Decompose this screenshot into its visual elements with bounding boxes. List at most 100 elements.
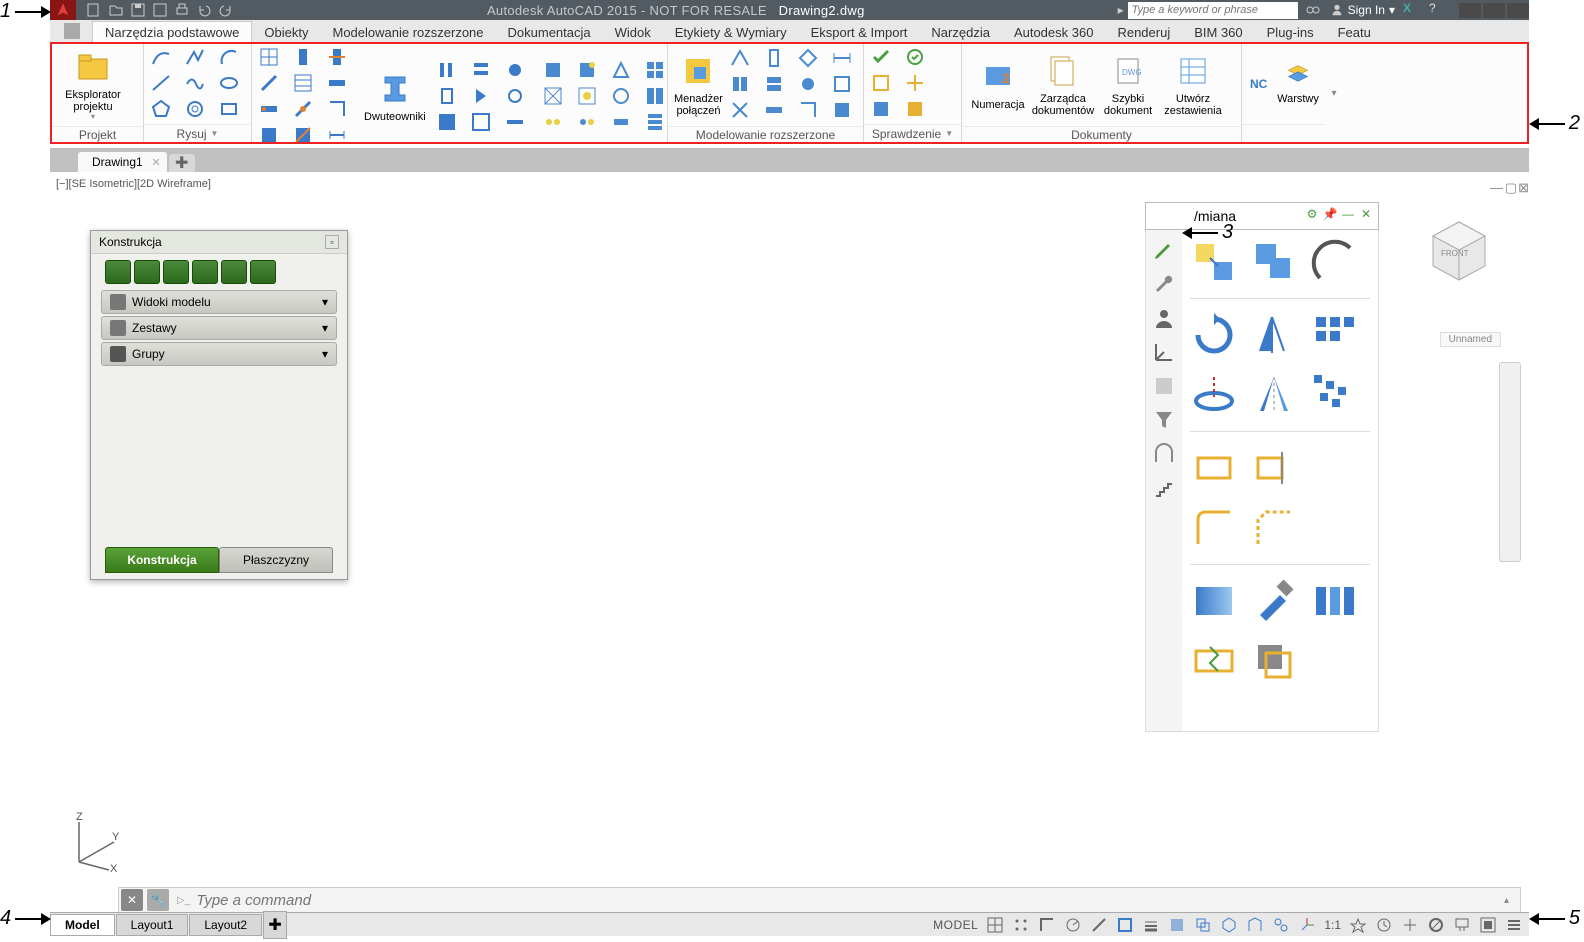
arch-icon[interactable] xyxy=(1152,442,1176,466)
obj-grid-icon[interactable] xyxy=(258,46,280,68)
palette-close-icon[interactable]: ✕ xyxy=(1359,207,1373,221)
palette-tool-4[interactable] xyxy=(192,260,218,284)
tool-chamfer-icon[interactable] xyxy=(1250,504,1298,552)
ribbon-tab-featu[interactable]: Featu xyxy=(1326,22,1383,42)
mod-1-icon[interactable] xyxy=(729,47,751,69)
ribbon-tab-renderuj[interactable]: Renderuj xyxy=(1105,22,1182,42)
drawing-canvas[interactable]: [−][SE Isometric][2D Wireframe] — ▢ ⊠ Ko… xyxy=(50,172,1529,902)
palette-tab-plaszczyzny[interactable]: Płaszczyzny xyxy=(219,547,333,573)
mod-2-icon[interactable] xyxy=(763,47,785,69)
mod-7-icon[interactable] xyxy=(797,73,819,95)
obj-t6-icon[interactable] xyxy=(504,85,526,107)
panel-label-rysuj[interactable]: Rysuj▼ xyxy=(144,124,251,142)
palette-tool-3[interactable] xyxy=(163,260,189,284)
obj-t1-icon[interactable] xyxy=(436,59,458,81)
palette-minimize-icon[interactable]: — xyxy=(1341,207,1355,221)
open-icon[interactable] xyxy=(108,2,124,18)
customize-icon[interactable] xyxy=(1505,916,1523,934)
tool-break-icon[interactable] xyxy=(1190,637,1238,685)
obj-b9-icon[interactable] xyxy=(542,111,564,133)
nc-icon[interactable]: NC xyxy=(1248,72,1270,94)
mod-9-icon[interactable] xyxy=(729,99,751,121)
help-icon[interactable]: ? xyxy=(1429,1,1447,19)
mod-10-icon[interactable] xyxy=(763,99,785,121)
pencil-icon[interactable] xyxy=(1152,238,1176,262)
obj-b1-icon[interactable] xyxy=(542,59,564,81)
ribbon-expand-icon[interactable]: ▾ xyxy=(1326,44,1342,142)
palette-tool-2[interactable] xyxy=(134,260,160,284)
spr-3-icon[interactable] xyxy=(870,72,892,94)
tool-bars-icon[interactable] xyxy=(1310,577,1358,625)
tool-hammer-icon[interactable] xyxy=(1250,577,1298,625)
obj-dim-icon[interactable] xyxy=(326,124,348,146)
obj-b8-icon[interactable] xyxy=(644,85,666,107)
stairs-icon[interactable] xyxy=(1152,476,1176,500)
ribbon-tab-modelowanie-rozszerzone[interactable]: Modelowanie rozszerzone xyxy=(320,22,495,42)
ribbon-tab-etykiety-wymiary[interactable]: Etykiety & Wymiary xyxy=(663,22,799,42)
ucs-name-label[interactable]: Unnamed xyxy=(1440,332,1501,347)
obj-t7-icon[interactable] xyxy=(436,111,458,133)
spr-1-icon[interactable] xyxy=(870,46,892,68)
obj-col2-icon[interactable] xyxy=(326,46,348,68)
person-icon[interactable] xyxy=(1152,306,1176,330)
viewport-close-icon[interactable]: ⊠ xyxy=(1518,180,1529,196)
line-icon[interactable] xyxy=(150,46,172,68)
funnel-icon[interactable] xyxy=(1152,408,1176,432)
viewport-minimize-icon[interactable]: — xyxy=(1490,180,1503,195)
status-model-label[interactable]: MODEL xyxy=(933,918,978,932)
obj-b6-icon[interactable] xyxy=(576,85,598,107)
obj-grid2-icon[interactable] xyxy=(292,72,314,94)
tool-mirror-icon[interactable] xyxy=(1250,311,1298,359)
help-search-input[interactable] xyxy=(1128,2,1298,19)
obj-b5-icon[interactable] xyxy=(542,85,564,107)
obj-t9-icon[interactable] xyxy=(504,111,526,133)
file-tab-close-icon[interactable]: ✕ xyxy=(151,156,160,169)
workspace-switch-icon[interactable] xyxy=(64,23,80,39)
palette-tool-6[interactable] xyxy=(250,260,276,284)
spr-2-icon[interactable] xyxy=(904,46,926,68)
obj-b3-icon[interactable] xyxy=(610,59,632,81)
ribbon-tab-eksport-import[interactable]: Eksport & Import xyxy=(799,22,920,42)
obj-diag2-icon[interactable] xyxy=(292,98,314,120)
ribbon-tab-narzedzia[interactable]: Narzędzia xyxy=(919,22,1002,42)
file-tab-new-button[interactable]: ✚ xyxy=(169,154,195,172)
selection-filter-icon[interactable] xyxy=(1272,916,1290,934)
obj-beam2-icon[interactable] xyxy=(258,98,280,120)
cmdline-close-icon[interactable]: ✕ xyxy=(121,889,143,911)
polygon-icon[interactable] xyxy=(150,98,172,120)
axes-icon[interactable] xyxy=(1152,340,1176,364)
tool-stretch-icon[interactable] xyxy=(1190,444,1238,492)
arc-icon[interactable] xyxy=(218,46,240,68)
zarzadca-dok-button[interactable]: Zarządca dokumentów xyxy=(1030,46,1096,124)
undo-icon[interactable] xyxy=(196,2,212,18)
polar-toggle-icon[interactable] xyxy=(1064,916,1082,934)
osnap-toggle-icon[interactable] xyxy=(1116,916,1134,934)
rectangle-icon[interactable] xyxy=(218,98,240,120)
mod-12-icon[interactable] xyxy=(831,99,853,121)
redo-icon[interactable] xyxy=(218,2,234,18)
right-tool-palette[interactable]: /miana ⚙ 📌 — ✕ xyxy=(1145,202,1379,732)
tool-gradient-icon[interactable] xyxy=(1190,577,1238,625)
command-input[interactable] xyxy=(196,892,1504,909)
obj-grid3-icon[interactable] xyxy=(326,98,348,120)
tool-extend-icon[interactable] xyxy=(1250,444,1298,492)
ribbon-tab-bim360[interactable]: BIM 360 xyxy=(1182,22,1254,42)
numeracja-button[interactable]: 2 Numeracja xyxy=(968,46,1028,124)
viewport-maximize-icon[interactable]: ▢ xyxy=(1505,180,1517,196)
obj-b7-icon[interactable] xyxy=(610,85,632,107)
tool-array-icon[interactable] xyxy=(1310,311,1358,359)
snap-toggle-icon[interactable] xyxy=(1012,916,1030,934)
obj-beam-icon[interactable] xyxy=(326,72,348,94)
navigation-bar[interactable] xyxy=(1499,362,1521,562)
grid-toggle-icon[interactable] xyxy=(986,916,1004,934)
ribbon-tab-narzedzia-podstawowe[interactable]: Narzędzia podstawowe xyxy=(92,21,252,42)
tool-array3d-icon[interactable] xyxy=(1310,371,1358,419)
obj-t5-icon[interactable] xyxy=(470,85,492,107)
hardware-accel-icon[interactable] xyxy=(1453,916,1471,934)
obj-t3-icon[interactable] xyxy=(504,59,526,81)
mod-3-icon[interactable] xyxy=(797,47,819,69)
ellipse-icon[interactable] xyxy=(218,72,240,94)
clean-screen-icon[interactable] xyxy=(1479,916,1497,934)
signin-button[interactable]: Sign In ▾ xyxy=(1330,3,1395,17)
view-cube[interactable]: FRONT xyxy=(1419,212,1499,292)
